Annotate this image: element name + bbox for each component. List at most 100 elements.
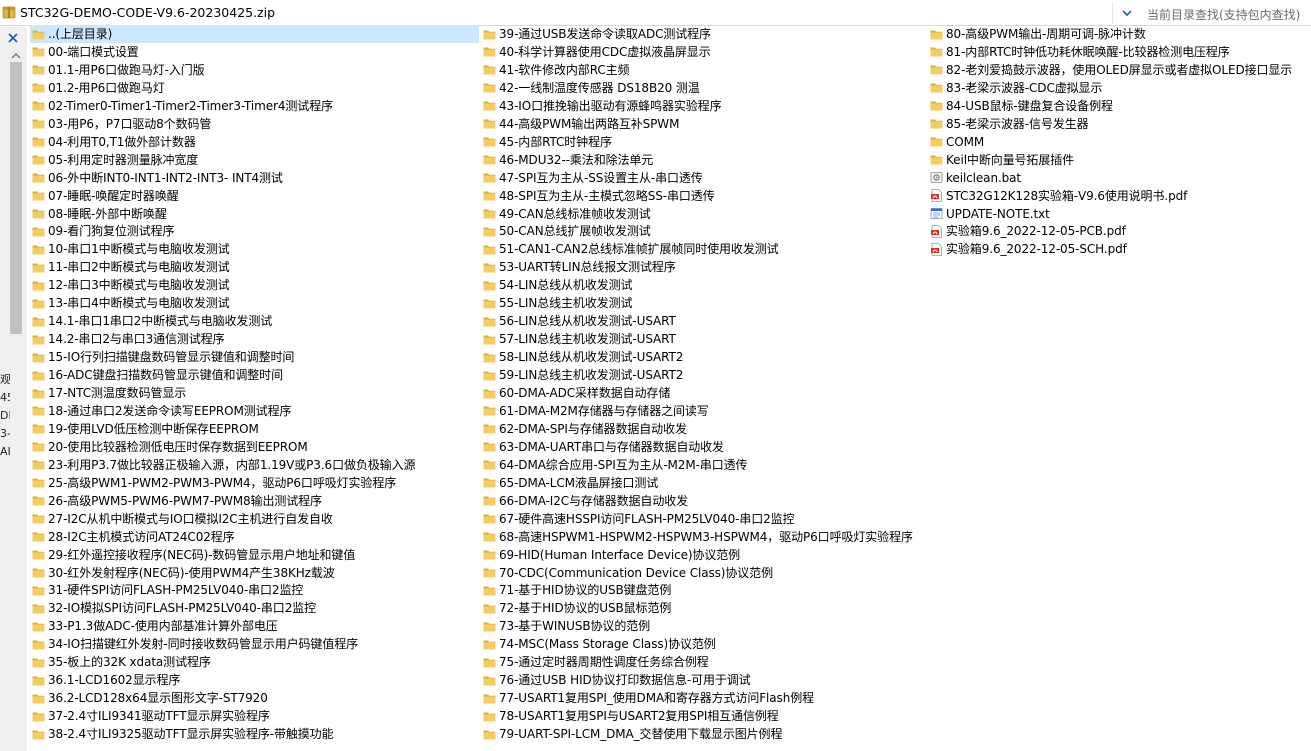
file-item[interactable]: 实验箱9.6_2022-12-05-PCB.pdf bbox=[928, 222, 1308, 240]
folder-item[interactable]: 28-I2C主机模式访问AT24C02程序 bbox=[30, 528, 479, 546]
folder-item[interactable]: COMM bbox=[928, 133, 1308, 151]
folder-item[interactable]: 11-串口2中断模式与电脑收发测试 bbox=[30, 258, 479, 276]
sidebar-scroll-thumb[interactable] bbox=[10, 62, 22, 334]
folder-item[interactable]: 53-UART转LIN总线报文测试程序 bbox=[481, 258, 926, 276]
folder-item[interactable]: 02-Timer0-Timer1-Timer2-Timer3-Timer4测试程… bbox=[30, 97, 479, 115]
folder-item[interactable]: 75-通过定时器周期性调度任务综合例程 bbox=[481, 653, 926, 671]
folder-item[interactable]: 38-2.4寸ILI9325驱动TFT显示屏实验程序-带触摸功能 bbox=[30, 725, 479, 743]
folder-item[interactable]: 43-IO口推挽输出驱动有源蜂鸣器实验程序 bbox=[481, 97, 926, 115]
folder-item[interactable]: 84-USB鼠标-键盘复合设备例程 bbox=[928, 97, 1308, 115]
folder-item[interactable]: 55-LIN总线主机收发测试 bbox=[481, 294, 926, 312]
folder-item[interactable]: 19-使用LVD低压检测中断保存EEPROM bbox=[30, 420, 479, 438]
folder-item[interactable]: 78-USART1复用SPI与USART2复用SPI相互通信例程 bbox=[481, 707, 926, 725]
folder-item[interactable]: 18-通过串口2发送命令读写EEPROM测试程序 bbox=[30, 402, 479, 420]
folder-item[interactable]: 32-IO模拟SPI访问FLASH-PM25LV040-串口2监控 bbox=[30, 599, 479, 617]
folder-item[interactable]: 65-DMA-LCM液晶屏接口测试 bbox=[481, 474, 926, 492]
folder-item[interactable]: 25-高级PWM1-PWM2-PWM3-PWM4，驱动P6口呼吸灯实验程序 bbox=[30, 474, 479, 492]
folder-item[interactable]: 46-MDU32--乘法和除法单元 bbox=[481, 151, 926, 169]
folder-item[interactable]: 67-硬件高速HSSPI访问FLASH-PM25LV040-串口2监控 bbox=[481, 510, 926, 528]
close-icon[interactable] bbox=[6, 31, 20, 45]
folder-item[interactable]: 83-老梁示波器-CDC虚拟显示 bbox=[928, 79, 1308, 97]
file-item[interactable]: keilclean.bat bbox=[928, 169, 1308, 187]
folder-item[interactable]: 51-CAN1-CAN2总线标准帧扩展帧同时使用收发测试 bbox=[481, 240, 926, 258]
folder-item[interactable]: 00-端口模式设置 bbox=[30, 43, 479, 61]
folder-item[interactable]: 59-LIN总线主机收发测试-USART2 bbox=[481, 366, 926, 384]
folder-item[interactable]: 49-CAN总线标准帧收发测试 bbox=[481, 205, 926, 223]
folder-item[interactable]: 69-HID(Human Interface Device)协议范例 bbox=[481, 546, 926, 564]
folder-item[interactable]: 27-I2C从机中断模式与IO口模拟I2C主机进行自发自收 bbox=[30, 510, 479, 528]
folder-item[interactable]: 03-用P6，P7口驱动8个数码管 bbox=[30, 115, 479, 133]
folder-item[interactable]: 26-高级PWM5-PWM6-PWM7-PWM8输出测试程序 bbox=[30, 492, 479, 510]
folder-item[interactable]: Keil中断向量号拓展插件 bbox=[928, 151, 1308, 169]
folder-item[interactable]: 85-老梁示波器-信号发生器 bbox=[928, 115, 1308, 133]
folder-item[interactable]: 20-使用比较器检测低电压时保存数据到EEPROM bbox=[30, 438, 479, 456]
folder-item[interactable]: 68-高速HSPWM1-HSPWM2-HSPWM3-HSPWM4，驱动P6口呼吸… bbox=[481, 528, 926, 546]
folder-item[interactable]: 08-睡眠-外部中断唤醒 bbox=[30, 205, 479, 223]
folder-item[interactable]: 72-基于HID协议的USB鼠标范例 bbox=[481, 599, 926, 617]
folder-item[interactable]: 23-利用P3.7做比较器正极输入源，内部1.19V或P3.6口做负极输入源 bbox=[30, 456, 479, 474]
folder-item[interactable]: 07-睡眠-唤醒定时器唤醒 bbox=[30, 187, 479, 205]
folder-item[interactable]: 57-LIN总线主机收发测试-USART bbox=[481, 330, 926, 348]
folder-item[interactable]: 80-高级PWM输出-周期可调-脉冲计数 bbox=[928, 25, 1308, 43]
folder-item[interactable]: 70-CDC(Communication Device Class)协议范例 bbox=[481, 564, 926, 582]
folder-item[interactable]: 39-通过USB发送命令读取ADC测试程序 bbox=[481, 25, 926, 43]
current-path[interactable]: STC32G-DEMO-CODE-V9.6-20230425.zip bbox=[20, 5, 275, 20]
folder-item[interactable]: 05-利用定时器测量脉冲宽度 bbox=[30, 151, 479, 169]
folder-item[interactable]: 14.2-串口2与串口3通信测试程序 bbox=[30, 330, 479, 348]
folder-item[interactable]: 33-P1.3做ADC-使用内部基准计算外部电压 bbox=[30, 617, 479, 635]
folder-item[interactable]: 64-DMA综合应用-SPI互为主从-M2M-串口透传 bbox=[481, 456, 926, 474]
folder-item[interactable]: 44-高级PWM输出两路互补SPWM bbox=[481, 115, 926, 133]
folder-item[interactable]: 50-CAN总线扩展帧收发测试 bbox=[481, 222, 926, 240]
folder-item[interactable]: 30-红外发射程序(NEC码)-使用PWM4产生38KHz载波 bbox=[30, 564, 479, 582]
folder-item[interactable]: 58-LIN总线从机收发测试-USART2 bbox=[481, 348, 926, 366]
folder-item[interactable]: 37-2.4寸ILI9341驱动TFT显示屏实验程序 bbox=[30, 707, 479, 725]
folder-item[interactable]: 01.2-用P6口做跑马灯 bbox=[30, 79, 479, 97]
folder-item[interactable]: 17-NTC测温度数码管显示 bbox=[30, 384, 479, 402]
folder-item[interactable]: 31-硬件SPI访问FLASH-PM25LV040-串口2监控 bbox=[30, 581, 479, 599]
folder-item[interactable]: 48-SPI互为主从-主模式忽略SS-串口透传 bbox=[481, 187, 926, 205]
folder-item[interactable]: 01.1-用P6口做跑马灯-入门版 bbox=[30, 61, 479, 79]
folder-item[interactable]: 47-SPI互为主从-SS设置主从-串口透传 bbox=[481, 169, 926, 187]
file-item[interactable]: UPDATE-NOTE.txt bbox=[928, 205, 1308, 223]
folder-icon bbox=[483, 83, 496, 93]
folder-item[interactable]: 77-USART1复用SPI_使用DMA和寄存器方式访问Flash例程 bbox=[481, 689, 926, 707]
folder-item[interactable]: 66-DMA-I2C与存储器数据自动收发 bbox=[481, 492, 926, 510]
folder-item[interactable]: 40-科学计算器使用CDC虚拟液晶屏显示 bbox=[481, 43, 926, 61]
folder-item[interactable]: 61-DMA-M2M存储器与存储器之间读写 bbox=[481, 402, 926, 420]
scroll-up-icon[interactable] bbox=[10, 51, 22, 60]
folder-item[interactable]: 06-外中断INT0-INT1-INT2-INT3- INT4测试 bbox=[30, 169, 479, 187]
folder-item[interactable]: 04-利用T0,T1做外部计数器 bbox=[30, 133, 479, 151]
directory-search-input[interactable]: 当前目录查找(支持包内查找) bbox=[1141, 2, 1309, 23]
folder-item[interactable]: 14.1-串口1串口2中断模式与电脑收发测试 bbox=[30, 312, 479, 330]
path-dropdown-button[interactable] bbox=[1112, 2, 1140, 23]
folder-item[interactable]: 73-基于WINUSB协议的范例 bbox=[481, 617, 926, 635]
folder-item[interactable]: 13-串口4中断模式与电脑收发测试 bbox=[30, 294, 479, 312]
file-item[interactable]: 实验箱9.6_2022-12-05-SCH.pdf bbox=[928, 240, 1308, 258]
file-item[interactable]: STC32G12K128实验箱-V9.6使用说明书.pdf bbox=[928, 187, 1308, 205]
folder-item[interactable]: 45-内部RTC时钟程序 bbox=[481, 133, 926, 151]
folder-item[interactable]: 54-LIN总线从机收发测试 bbox=[481, 276, 926, 294]
folder-item[interactable]: 62-DMA-SPI与存储器数据自动收发 bbox=[481, 420, 926, 438]
folder-item[interactable]: 16-ADC键盘扫描数码管显示键值和调整时间 bbox=[30, 366, 479, 384]
folder-item[interactable]: 74-MSC(Mass Storage Class)协议范例 bbox=[481, 635, 926, 653]
folder-item[interactable]: 15-IO行列扫描键盘数码管显示键值和调整时间 bbox=[30, 348, 479, 366]
folder-item[interactable]: 36.1-LCD1602显示程序 bbox=[30, 671, 479, 689]
folder-item[interactable]: 71-基于HID协议的USB键盘范例 bbox=[481, 581, 926, 599]
folder-item[interactable]: 60-DMA-ADC采样数据自动存储 bbox=[481, 384, 926, 402]
folder-item[interactable]: 36.2-LCD128x64显示图形文字-ST7920 bbox=[30, 689, 479, 707]
folder-item[interactable]: 10-串口1中断模式与电脑收发测试 bbox=[30, 240, 479, 258]
folder-item[interactable]: 76-通过USB HID协议打印数据信息-可用于调试 bbox=[481, 671, 926, 689]
folder-item[interactable]: ..(上层目录) bbox=[30, 25, 479, 43]
folder-item[interactable]: 81-内部RTC时钟低功耗休眠唤醒-比较器检测电压程序 bbox=[928, 43, 1308, 61]
folder-item[interactable]: 35-板上的32K xdata测试程序 bbox=[30, 653, 479, 671]
folder-item[interactable]: 12-串口3中断模式与电脑收发测试 bbox=[30, 276, 479, 294]
folder-item[interactable]: 63-DMA-UART串口与存储器数据自动收发 bbox=[481, 438, 926, 456]
folder-item[interactable]: 41-软件修改内部RC主频 bbox=[481, 61, 926, 79]
folder-item[interactable]: 56-LIN总线从机收发测试-USART bbox=[481, 312, 926, 330]
folder-item[interactable]: 79-UART-SPI-LCM_DMA_交替使用下载显示图片例程 bbox=[481, 725, 926, 743]
folder-item[interactable]: 42-一线制温度传感器 DS18B20 测温 bbox=[481, 79, 926, 97]
folder-item[interactable]: 29-红外遥控接收程序(NEC码)-数码管显示用户地址和键值 bbox=[30, 546, 479, 564]
folder-item[interactable]: 09-看门狗复位测试程序 bbox=[30, 222, 479, 240]
folder-item[interactable]: 82-老刘爱捣鼓示波器，使用OLED屏显示或者虚拟OLED接口显示 bbox=[928, 61, 1308, 79]
folder-item[interactable]: 34-IO扫描键红外发射-同时接收数码管显示用户码键值程序 bbox=[30, 635, 479, 653]
